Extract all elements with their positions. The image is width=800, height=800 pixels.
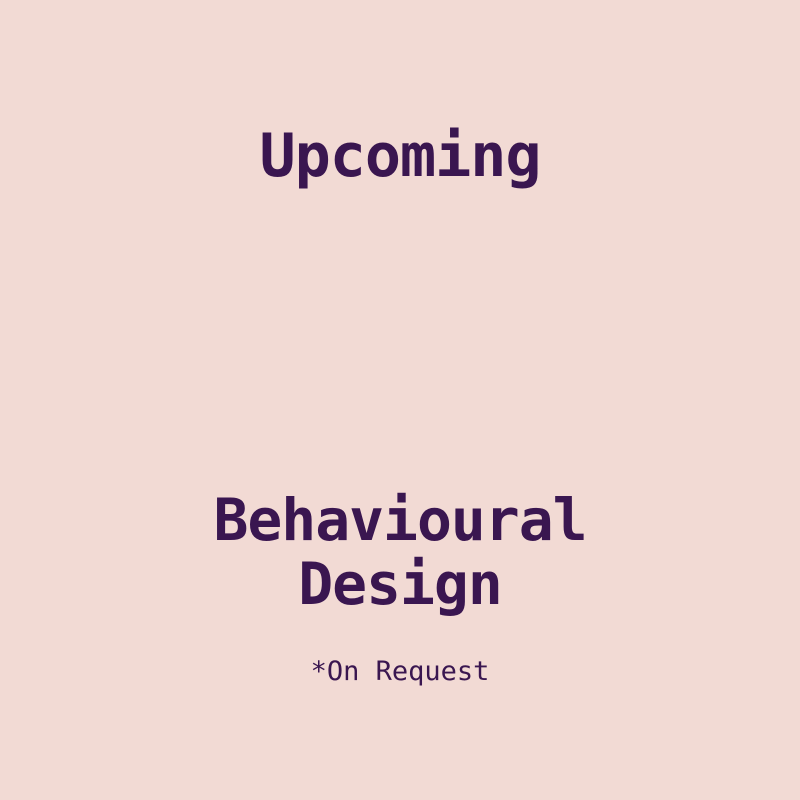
status-heading: Upcoming xyxy=(259,121,542,191)
course-title: Behavioural Design xyxy=(0,488,800,616)
availability-note: *On Request xyxy=(310,656,490,687)
course-title-line-2: Design xyxy=(298,550,503,618)
course-title-line-1: Behavioural xyxy=(213,486,587,554)
promo-card: Upcoming Behavioural Design *On Request xyxy=(0,0,800,800)
